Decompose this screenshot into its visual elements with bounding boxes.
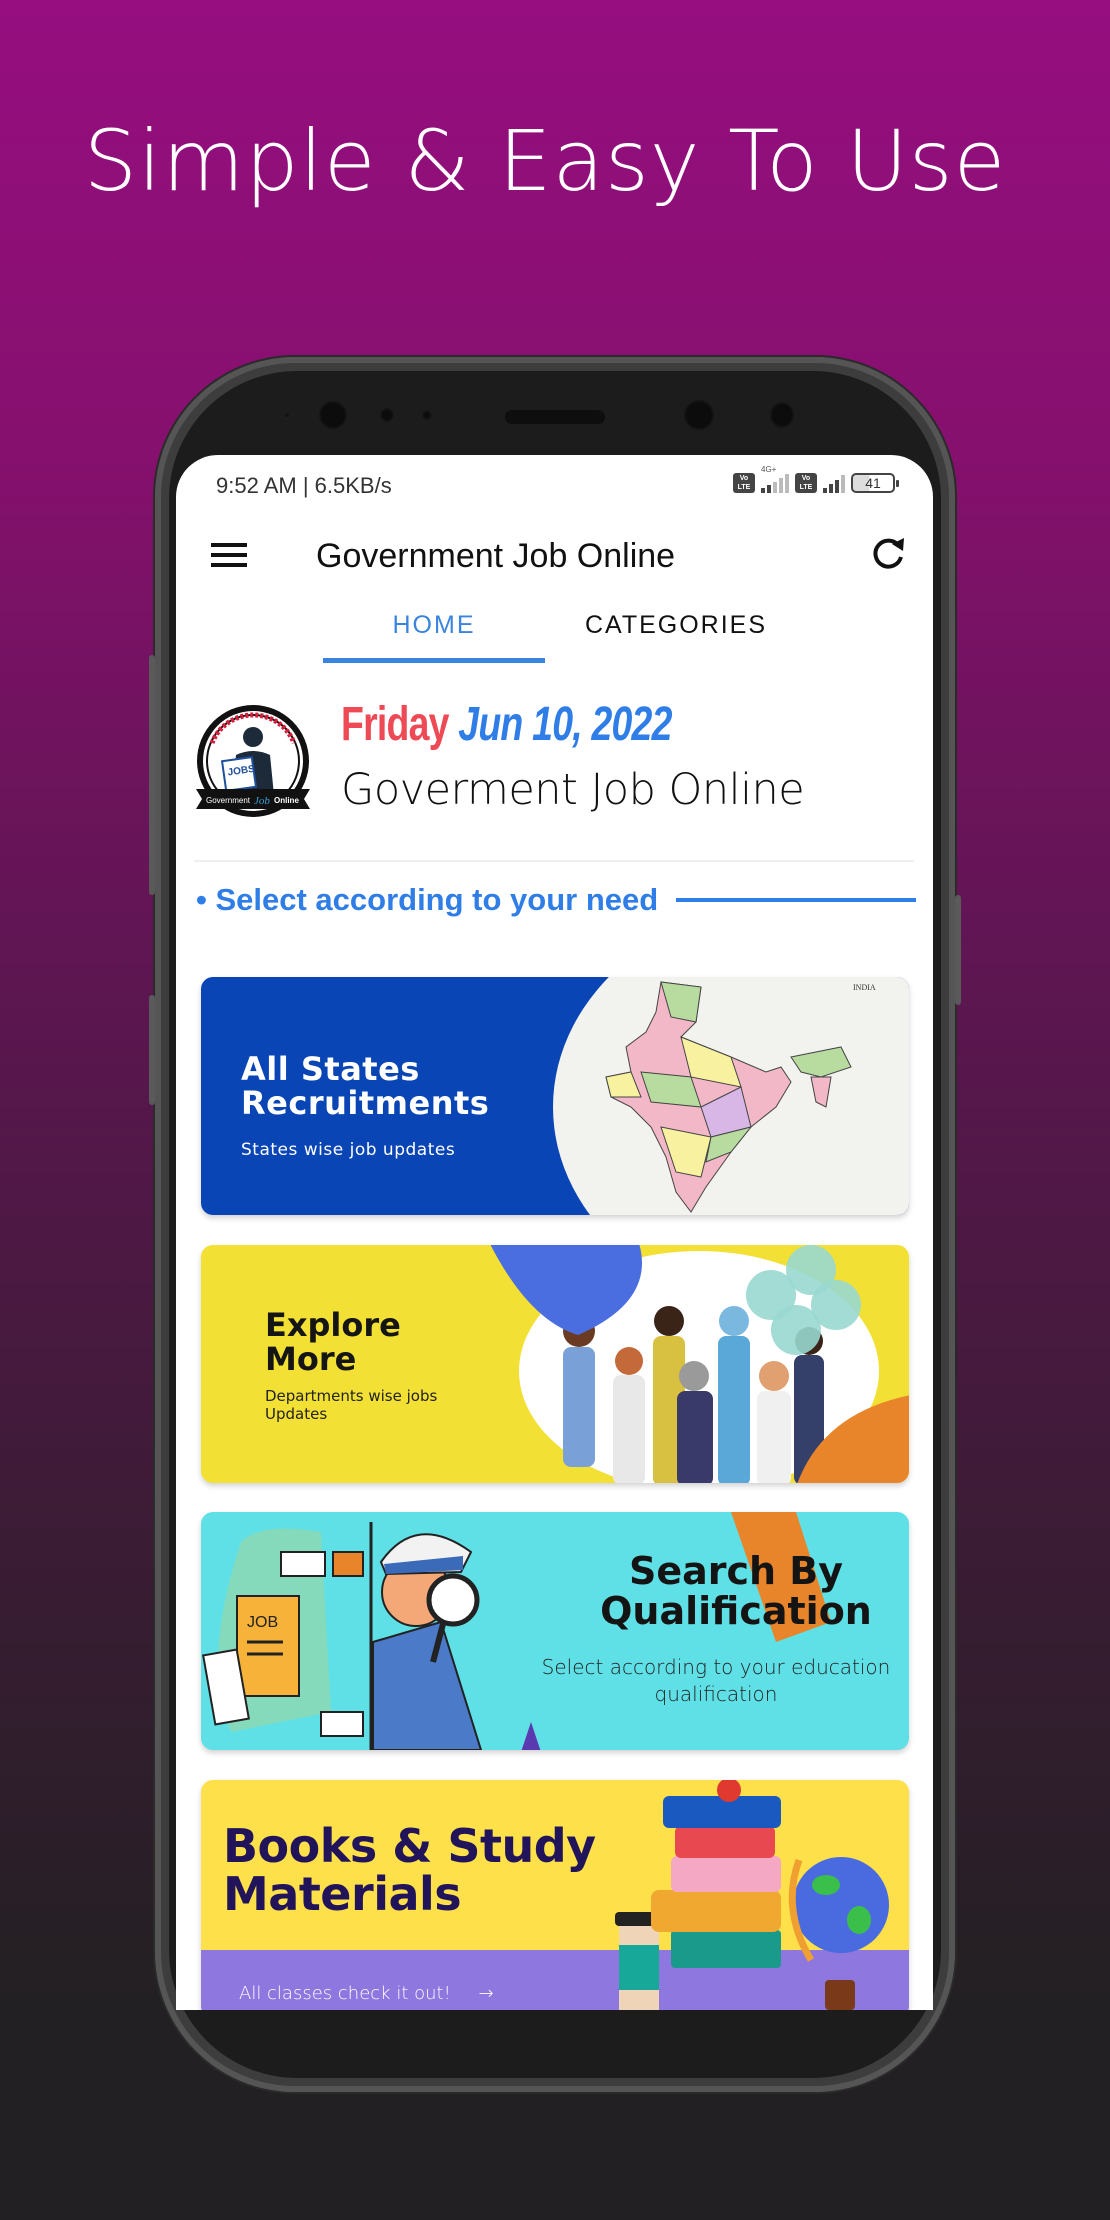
sensor-icon — [379, 407, 395, 423]
banner-title-line: More — [265, 1339, 357, 1378]
promo-headline: Simple & Easy To Use — [83, 112, 1007, 210]
banner-title-line: Recruitments — [241, 1083, 490, 1122]
battery-icon: 41 — [851, 473, 899, 493]
status-icons: Vo LTE 4G+ Vo LTE 41 — [733, 465, 899, 493]
books-globe-illustration — [615, 1780, 889, 2010]
section-label: • Select according to your need — [196, 882, 659, 917]
tab-categories[interactable]: CATEGORIES — [566, 605, 786, 665]
banner-subtitle: All classes check it out! → — [239, 1983, 494, 2004]
india-map-image: INDIA — [553, 977, 909, 1215]
brand-name: Goverment Job Online — [341, 765, 805, 815]
banner-title-line: Search By — [628, 1549, 844, 1593]
banner-books-study-materials[interactable]: Books & Study Materials All classes chec… — [201, 1780, 909, 2010]
arrow-right-icon: → — [478, 1983, 494, 2004]
banner-title: All States Recruitments — [241, 1050, 490, 1122]
banner-title: Books & Study Materials — [223, 1822, 596, 1919]
signal-strength-icon — [823, 473, 845, 493]
phone-side-button-left-2 — [149, 995, 155, 1105]
banner-title: Explore More — [265, 1306, 401, 1378]
earpiece-speaker — [505, 410, 605, 424]
day-label: Friday — [341, 698, 449, 751]
app-screen: 9:52 AM | 6.5KB/s Vo LTE 4G+ Vo LTE 41 G… — [176, 455, 933, 2010]
banner-title-line: Materials — [223, 1867, 462, 1922]
phone-side-button-right — [955, 895, 961, 1005]
banner-title-line: Books & Study — [223, 1819, 596, 1873]
refresh-icon[interactable] — [868, 533, 908, 573]
front-camera-icon — [318, 400, 348, 430]
sensor-dot-icon — [421, 409, 433, 421]
banner-subtitle-line: Departments wise jobs — [265, 1387, 438, 1405]
front-camera-icon — [769, 401, 795, 429]
blue-brush-shape — [490, 1245, 642, 1335]
status-bar: 9:52 AM | 6.5KB/s Vo LTE 4G+ Vo LTE 41 — [176, 455, 933, 515]
banner-subtitle: States wise job updates — [241, 1140, 456, 1160]
hamburger-menu-icon[interactable] — [211, 535, 251, 575]
signal-strength-icon: 4G+ — [761, 465, 789, 493]
orange-brush-shape — [797, 1395, 909, 1483]
network-type-label: 4G+ — [761, 465, 777, 474]
banner-subtitle-line: Select according to your education — [541, 1655, 891, 1679]
banner-title-line: Qualification — [600, 1588, 872, 1633]
banner-subtitle: Departments wise jobs Updates — [265, 1387, 485, 1423]
app-title: Government Job Online — [316, 537, 676, 575]
date-display: Friday Jun 10, 2022 — [341, 697, 672, 752]
phone-side-button-left-1 — [149, 655, 155, 895]
banner-subtitle-text: All classes check it out! — [239, 1983, 451, 2004]
front-camera-icon — [683, 399, 715, 431]
teal-flower-shape — [746, 1245, 861, 1355]
divider — [194, 860, 914, 862]
banner-search-by-qualification[interactable]: JOB Search By Qualification Select accor… — [201, 1512, 909, 1750]
sensor-dot-icon — [283, 411, 291, 419]
banner-explore-more[interactable]: Explore More Departments wise jobs Updat… — [201, 1245, 909, 1483]
banner-subtitle: Select according to your education quali… — [526, 1654, 906, 1708]
banner-title: Search By Qualification — [566, 1549, 906, 1633]
svg-text:Online: Online — [274, 796, 299, 805]
app-logo: JOBS Government Job Online — [192, 703, 314, 825]
purple-star-shape — [521, 1722, 541, 1750]
banner-subtitle-line: Updates — [265, 1405, 328, 1423]
date-label: Jun 10, 2022 — [458, 698, 672, 751]
detective-illustration: JOB — [202, 1522, 483, 1750]
tab-bar: HOME CATEGORIES — [176, 605, 933, 665]
date-header: JOBS Government Job Online Friday Jun 10… — [176, 695, 933, 825]
banner-title-line: All States — [241, 1050, 420, 1088]
tab-home[interactable]: HOME — [323, 605, 545, 665]
section-header: • Select according to your need — [196, 875, 916, 925]
volte-icon: Vo LTE — [733, 473, 755, 493]
app-bar: Government Job Online — [176, 515, 933, 615]
status-time: 9:52 AM | 6.5KB/s — [216, 473, 392, 498]
banner-all-states[interactable]: INDIA All States Recruitments States wis… — [201, 977, 909, 1215]
svg-text:Job: Job — [254, 795, 270, 807]
banner-subtitle-line: qualification — [654, 1682, 778, 1706]
banner-title-line: Explore — [265, 1306, 401, 1344]
svg-text:Government: Government — [206, 796, 251, 805]
section-rule — [676, 898, 916, 902]
job-sign: JOB — [247, 1614, 278, 1631]
volte-icon: Vo LTE — [795, 473, 817, 493]
map-label: INDIA — [853, 983, 876, 992]
